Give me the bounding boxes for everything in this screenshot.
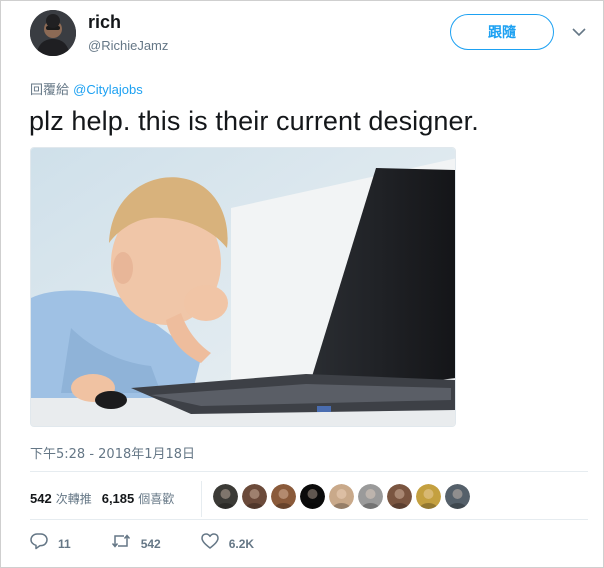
reply-context: 回覆給 @Citylajobs — [30, 79, 143, 98]
heart-icon — [200, 532, 219, 555]
like-count: 6,185 — [101, 490, 135, 506]
retweet-label: 次轉推 — [55, 491, 92, 506]
liker-avatar[interactable] — [358, 484, 383, 509]
tweet-actions: 11 542 6.2K — [30, 532, 294, 555]
follow-button[interactable]: 跟隨 — [450, 14, 554, 50]
liker-avatar[interactable] — [271, 484, 296, 509]
tweet-text: plz help. this is their current designer… — [29, 106, 479, 136]
tweet-photo[interactable] — [30, 147, 456, 427]
retweet-count: 542 — [30, 490, 52, 506]
reply-icon — [30, 532, 48, 555]
divider — [30, 519, 588, 520]
divider — [30, 471, 588, 472]
display-name[interactable]: rich — [88, 12, 121, 33]
retweet-icon — [111, 532, 131, 555]
liker-avatar[interactable] — [213, 484, 238, 509]
liker-avatar[interactable] — [242, 484, 267, 509]
liker-avatar[interactable] — [445, 484, 470, 509]
retweet-action-count: 542 — [140, 536, 161, 551]
chevron-down-icon[interactable] — [571, 24, 587, 40]
like-action-count: 6.2K — [228, 536, 255, 551]
reply-prefix: 回覆給 — [30, 83, 74, 98]
liker-avatars — [213, 484, 474, 509]
like-count-stat[interactable]: 6,185 個喜歡 — [102, 490, 175, 507]
liker-avatar[interactable] — [387, 484, 412, 509]
user-handle[interactable]: @RichieJamz — [88, 38, 168, 53]
tweet-timestamp[interactable]: 下午5:28 - 2018年1月18日 — [30, 443, 195, 462]
avatar[interactable] — [30, 10, 76, 56]
like-button[interactable]: 6.2K — [200, 532, 255, 555]
reply-button[interactable]: 11 — [30, 532, 71, 555]
liker-avatar[interactable] — [329, 484, 354, 509]
tweet-stats: 542 次轉推 6,185 個喜歡 — [30, 480, 184, 516]
mention-link[interactable]: @Citylajobs — [73, 82, 143, 97]
retweet-button[interactable]: 542 — [111, 532, 161, 555]
liker-avatar[interactable] — [300, 484, 325, 509]
like-label: 個喜歡 — [138, 491, 175, 506]
reply-count: 11 — [58, 536, 71, 551]
liker-avatar[interactable] — [416, 484, 441, 509]
divider — [201, 481, 202, 517]
retweet-count-stat[interactable]: 542 次轉推 — [30, 490, 92, 507]
